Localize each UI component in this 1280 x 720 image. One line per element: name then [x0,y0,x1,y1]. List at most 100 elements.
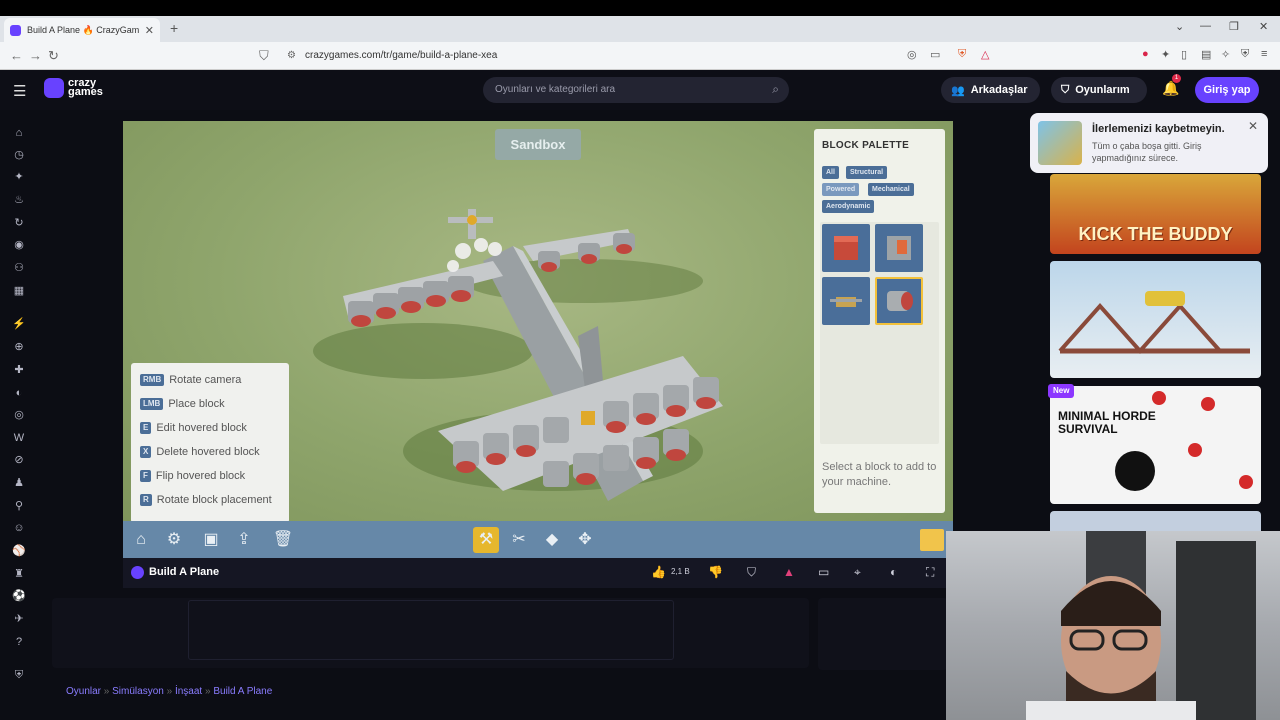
settings-icon[interactable]: ⚙ [161,527,187,553]
search-icon[interactable]: ⌕ [772,82,779,97]
io-icon[interactable]: ⚲ [12,499,26,513]
feedback-icon[interactable]: ▭ [818,565,829,579]
logo-line2: games [68,86,103,98]
close-tab-icon[interactable]: ✕ [145,24,154,37]
wallet-icon[interactable]: ▤ [1201,48,1211,61]
sports-icon[interactable]: ⚾ [12,544,26,558]
play-button[interactable] [920,529,944,551]
explore-icon[interactable]: ⊘ [12,453,26,467]
tnt-block-icon [834,236,858,260]
breadcrumb-item[interactable]: Build A Plane [213,686,272,697]
cast-icon[interactable]: ▭ [930,48,940,61]
casual-icon[interactable]: ☺ [12,521,26,535]
game-card[interactable]: KICK THE BUDDY [1050,174,1261,254]
extensions-icon[interactable]: ✦ [1161,48,1170,61]
dislike-icon[interactable]: 👎 [708,565,723,579]
search-input[interactable]: Oyunları ve kategorileri ara ⌕ [483,77,789,103]
tools-icon[interactable]: ✂ [506,527,532,553]
reload-icon[interactable]: ↻ [48,48,59,64]
my-games-button[interactable]: ⛉ Oyunlarım [1051,77,1147,103]
eraser-icon[interactable]: ◆ [539,527,565,553]
share-icon[interactable]: ⌖ [854,565,861,580]
block-tnt[interactable] [822,224,870,272]
browser-tab[interactable]: Build A Plane 🔥 CrazyGames ✕ [4,18,160,42]
originals-icon[interactable]: ◉ [12,238,26,252]
vpn-icon[interactable]: ⛨ [1241,48,1249,61]
favorite-icon[interactable]: ⛉ [747,565,756,580]
action-icon[interactable]: ⚡ [12,317,26,331]
back-icon[interactable]: ← [10,48,23,63]
report-icon[interactable]: ▲ [783,565,795,579]
game-card[interactable] [1050,261,1261,378]
tab-search-icon[interactable]: ⌄ [1175,20,1184,33]
filter-powered[interactable]: Powered [822,183,860,196]
maximize-icon[interactable]: ❐ [1229,20,1239,33]
new-tab-icon[interactable]: + [170,20,178,36]
minimize-icon[interactable]: — [1200,20,1211,32]
block-propeller[interactable] [822,277,870,325]
block-battery[interactable] [875,224,923,272]
driving-icon[interactable]: ✈ [12,612,26,626]
save-icon[interactable]: ▣ [198,527,224,553]
login-reminder-toast: İlerlemenizi kaybetmeyin. Tüm o çaba boş… [1030,113,1268,173]
filter-mechanical[interactable]: Mechanical [868,183,914,196]
browser-menu-icon[interactable]: ≡ [1261,48,1267,60]
shooting-icon[interactable]: ◎ [12,408,26,422]
recent-icon[interactable]: ◷ [12,148,26,162]
close-icon[interactable]: ✕ [1248,119,1258,133]
racing-icon[interactable]: ◐ [12,386,26,400]
block-jet-engine[interactable] [875,277,923,325]
word-icon[interactable]: W [12,431,26,445]
fullscreen-icon[interactable]: ⛶ [926,565,934,580]
filter-structural[interactable]: Structural [846,166,888,179]
theater-icon[interactable]: ◐ [890,565,897,579]
new-icon[interactable]: ✦ [12,170,26,184]
url-field[interactable]: crazygames.com/tr/game/build-a-plane-xea [305,50,497,61]
trending-icon[interactable]: ♨ [12,193,26,207]
game-card[interactable]: MINIMAL HORDE SURVIVAL [1050,386,1261,504]
control-row: E Edit hovered block [140,422,247,434]
control-action: Flip hovered block [155,470,246,482]
control-key: E [140,422,152,434]
bookmark-icon[interactable]: ⛉ [259,48,269,64]
puzzle-icon[interactable]: ✚ [12,363,26,377]
move-icon[interactable]: ✥ [572,527,598,553]
trash-icon[interactable]: 🗑 [270,527,296,553]
clicker-icon[interactable]: ♟ [12,476,26,490]
rewards-icon[interactable]: △ [981,48,989,61]
tag-icon[interactable]: ⛨ [12,668,26,682]
like-icon[interactable]: 👍 [651,565,666,579]
record-icon[interactable]: ● [1142,48,1149,60]
soccer-icon[interactable]: ⚽ [12,589,26,603]
hamburger-menu-icon[interactable]: ☰ [13,82,26,100]
multiplayer-icon[interactable]: ⚇ [12,261,26,275]
left-sidebar: ⌂ ◷ ✦ ♨ ↻ ◉ ⚇ ▦ ⚡ ⊕ ✚ ◐ ◎ W ⊘ ♟ ⚲ ☺ ⚾ ♜ … [0,110,40,720]
game-info-bar: Build A Plane 👍 2,1 B 👎 ⛉ ▲ ▭ ⌖ ◐ ⛶ [123,558,953,588]
sidebar-toggle-icon[interactable]: ▯ [1181,48,1187,61]
brave-shield-icon[interactable]: ⛨ [958,48,966,61]
forward-icon[interactable]: → [29,48,42,63]
tracking-icon[interactable]: ◎ [907,48,917,61]
updated-icon[interactable]: ↻ [12,216,26,230]
breadcrumb-item[interactable]: Simülasyon [112,686,164,697]
adventure-icon[interactable]: ⊕ [12,340,26,354]
close-window-icon[interactable]: ✕ [1259,20,1268,33]
filter-all[interactable]: All [822,166,839,179]
crazygames-favicon-icon [10,24,21,36]
help-icon[interactable]: ? [12,635,26,649]
site-logo[interactable]: crazy games [44,78,103,98]
categories-icon[interactable]: ▦ [12,284,26,298]
upload-icon[interactable]: ⇪ [231,527,257,553]
game-canvas[interactable]: Sandbox BLOCK PALETTE All Structural Pow… [123,121,953,558]
site-info-icon[interactable]: ⚙ [287,50,296,61]
leo-icon[interactable]: ✧ [1221,48,1230,61]
strategy-icon[interactable]: ♜ [12,567,26,581]
home-icon[interactable]: ⌂ [12,126,26,140]
breadcrumb-item[interactable]: İnşaat [175,686,202,697]
breadcrumb-item[interactable]: Oyunlar [66,686,101,697]
login-button[interactable]: Giriş yap [1195,77,1259,103]
home-icon[interactable]: ⌂ [128,527,154,553]
friends-button[interactable]: 👥 Arkadaşlar [941,77,1040,103]
build-hammer-icon[interactable]: ⚒ [473,527,499,553]
filter-aerodynamic[interactable]: Aerodynamic [822,200,875,213]
